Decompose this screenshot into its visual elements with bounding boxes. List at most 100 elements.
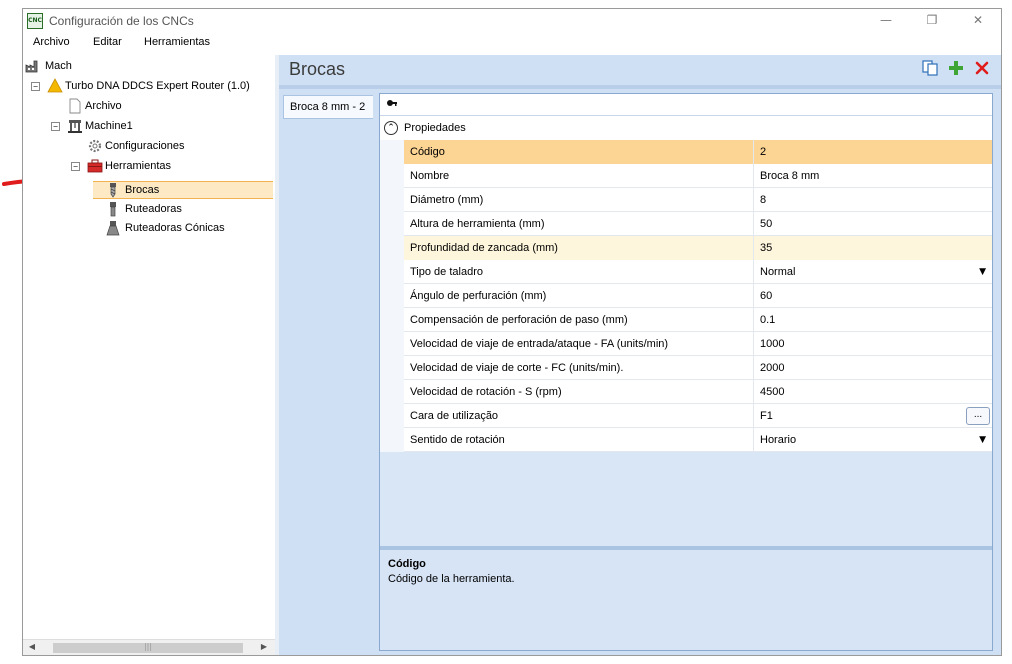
row-gutter — [380, 284, 404, 308]
property-search-bar[interactable] — [380, 94, 992, 116]
property-name: Altura de herramienta (mm) — [404, 212, 754, 236]
add-icon[interactable] — [947, 59, 965, 77]
tree-label: Machine1 — [85, 120, 133, 132]
property-value[interactable]: 2 — [754, 140, 992, 164]
property-value[interactable]: 50 — [754, 212, 992, 236]
property-row[interactable]: Sentido de rotación Horario ▼ — [380, 428, 992, 452]
file-icon — [69, 98, 81, 114]
property-value-text: 2000 — [760, 362, 785, 374]
property-value[interactable]: F1... — [754, 404, 992, 428]
property-value[interactable]: 35 — [754, 236, 992, 260]
property-row[interactable]: Ángulo de perfuración (mm) 60 — [380, 284, 992, 308]
property-name: Ángulo de perfuración (mm) — [404, 284, 754, 308]
tool-tab-strip: Broca 8 mm - 2 ▲▼ — [279, 89, 375, 655]
dropdown-arrow-icon[interactable]: ▼ — [979, 260, 986, 284]
collapse-toggle-icon[interactable]: − — [31, 82, 40, 91]
restore-button[interactable]: ❐ — [909, 9, 955, 33]
tree-item-herramientas[interactable]: − Herramientas — [23, 157, 273, 175]
property-value-text: Normal — [760, 266, 796, 278]
app-window: CNC Configuración de los CNCs — ❐ ✕ Arch… — [22, 8, 1002, 656]
tree-label: Ruteadoras — [125, 203, 182, 215]
tree-item-ruteadoras[interactable]: Ruteadoras — [93, 200, 273, 218]
property-row[interactable]: Tipo de taladro Normal ▼ — [380, 260, 992, 284]
tree-label: Brocas — [125, 184, 160, 196]
collapse-toggle-icon[interactable]: − — [51, 122, 60, 131]
tree-label: Turbo DNA DDCS Expert Router (1.0) — [65, 80, 250, 92]
tree-item-configuraciones[interactable]: Configuraciones — [23, 137, 273, 155]
close-button[interactable]: ✕ — [955, 9, 1001, 33]
category-propiedades[interactable]: ⌃ Propiedades — [380, 118, 992, 138]
property-value[interactable]: 60 — [754, 284, 992, 308]
property-row[interactable]: Profundidad de zancada (mm) 35 — [380, 236, 992, 260]
scroll-left-icon[interactable]: ◀ — [25, 642, 39, 651]
property-value[interactable]: 0.1 — [754, 308, 992, 332]
chevron-up-icon[interactable]: ⌃ — [384, 121, 398, 135]
property-row[interactable]: Velocidad de viaje de corte - FC (units/… — [380, 356, 992, 380]
tree-item-mach[interactable]: Mach — [23, 57, 273, 75]
menu-bar: Archivo Editar Herramientas — [23, 33, 1001, 53]
conical-bit-icon — [106, 221, 120, 236]
tree-horizontal-scrollbar[interactable]: ◀ ||| ▶ — [23, 639, 275, 655]
menu-archivo[interactable]: Archivo — [33, 36, 70, 48]
tree-item-archivo[interactable]: Archivo — [23, 97, 273, 115]
property-row[interactable]: Velocidad de rotación - S (rpm) 4500 — [380, 380, 992, 404]
property-row[interactable]: Compensación de perforación de paso (mm)… — [380, 308, 992, 332]
property-row[interactable]: Cara de utilização F1... — [380, 404, 992, 428]
property-value-text: Horario — [760, 434, 797, 446]
key-icon — [387, 100, 397, 106]
property-grid: ⌃ Propiedades Código 2 Nombre Broca 8 mm Diá… — [379, 93, 993, 651]
ellipsis-button[interactable]: ... — [966, 407, 990, 425]
property-value-text: 2 — [760, 146, 767, 158]
copy-icon[interactable] — [921, 59, 939, 77]
factory-icon — [25, 60, 38, 73]
tab-broca-8mm[interactable]: Broca 8 mm - 2 — [283, 95, 373, 119]
row-gutter — [380, 404, 404, 428]
menu-editar[interactable]: Editar — [93, 36, 122, 48]
property-name: Código — [404, 140, 754, 164]
row-gutter — [380, 140, 404, 164]
property-row[interactable]: Diámetro (mm) 8 — [380, 188, 992, 212]
tools-editor: Brocas Broca 8 mm - 2 ▲▼ ⌃ Propiedades C… — [279, 55, 1001, 655]
property-name: Velocidad de viaje de entrada/ataque - F… — [404, 332, 754, 356]
property-row[interactable]: Velocidad de viaje de entrada/ataque - F… — [380, 332, 992, 356]
property-name: Tipo de taladro — [404, 260, 754, 284]
property-row[interactable]: Nombre Broca 8 mm — [380, 164, 992, 188]
minimize-button[interactable]: — — [863, 9, 909, 33]
property-value[interactable]: 1000 — [754, 332, 992, 356]
tree-item-machine1[interactable]: − Machine1 — [23, 117, 273, 135]
property-value-text: 8 — [760, 194, 767, 206]
tree-item-ruteadoras-conicas[interactable]: Ruteadoras Cónicas — [93, 219, 273, 237]
property-row[interactable]: Altura de herramienta (mm) 50 — [380, 212, 992, 236]
row-gutter — [380, 260, 404, 284]
property-value[interactable]: Normal ▼ — [754, 260, 992, 284]
property-value[interactable]: 2000 — [754, 356, 992, 380]
machine-tree: Mach − Turbo DNA DDCS Expert Router (1.0… — [23, 55, 275, 637]
property-name: Velocidad de rotación - S (rpm) — [404, 380, 754, 404]
property-value-text: 4500 — [760, 386, 785, 398]
property-name: Sentido de rotación — [404, 428, 754, 452]
machine-icon — [68, 120, 82, 133]
gear-icon — [88, 139, 102, 153]
description-text: Código de la herramienta. — [388, 573, 515, 585]
property-name: Velocidad de viaje de corte - FC (units/… — [404, 356, 754, 380]
property-name: Profundidad de zancada (mm) — [404, 236, 754, 260]
property-value[interactable]: Broca 8 mm — [754, 164, 992, 188]
property-name: Diámetro (mm) — [404, 188, 754, 212]
property-name: Cara de utilização — [404, 404, 754, 428]
row-gutter — [380, 308, 404, 332]
property-value[interactable]: Horario ▼ — [754, 428, 992, 452]
property-value[interactable]: 8 — [754, 188, 992, 212]
collapse-toggle-icon[interactable]: − — [71, 162, 80, 171]
tree-item-brocas[interactable]: Brocas — [93, 181, 273, 199]
tree-label: Configuraciones — [105, 140, 185, 152]
property-value-text: 1000 — [760, 338, 785, 350]
tree-label: Archivo — [85, 100, 122, 112]
delete-icon[interactable] — [973, 59, 991, 77]
dropdown-arrow-icon[interactable]: ▼ — [979, 428, 986, 452]
row-gutter — [380, 428, 404, 452]
property-value[interactable]: 4500 — [754, 380, 992, 404]
property-row[interactable]: Código 2 — [380, 140, 992, 164]
menu-herramientas[interactable]: Herramientas — [144, 36, 210, 48]
scroll-right-icon[interactable]: ▶ — [257, 642, 271, 651]
tree-item-machine-group[interactable]: − Turbo DNA DDCS Expert Router (1.0) — [23, 77, 273, 95]
